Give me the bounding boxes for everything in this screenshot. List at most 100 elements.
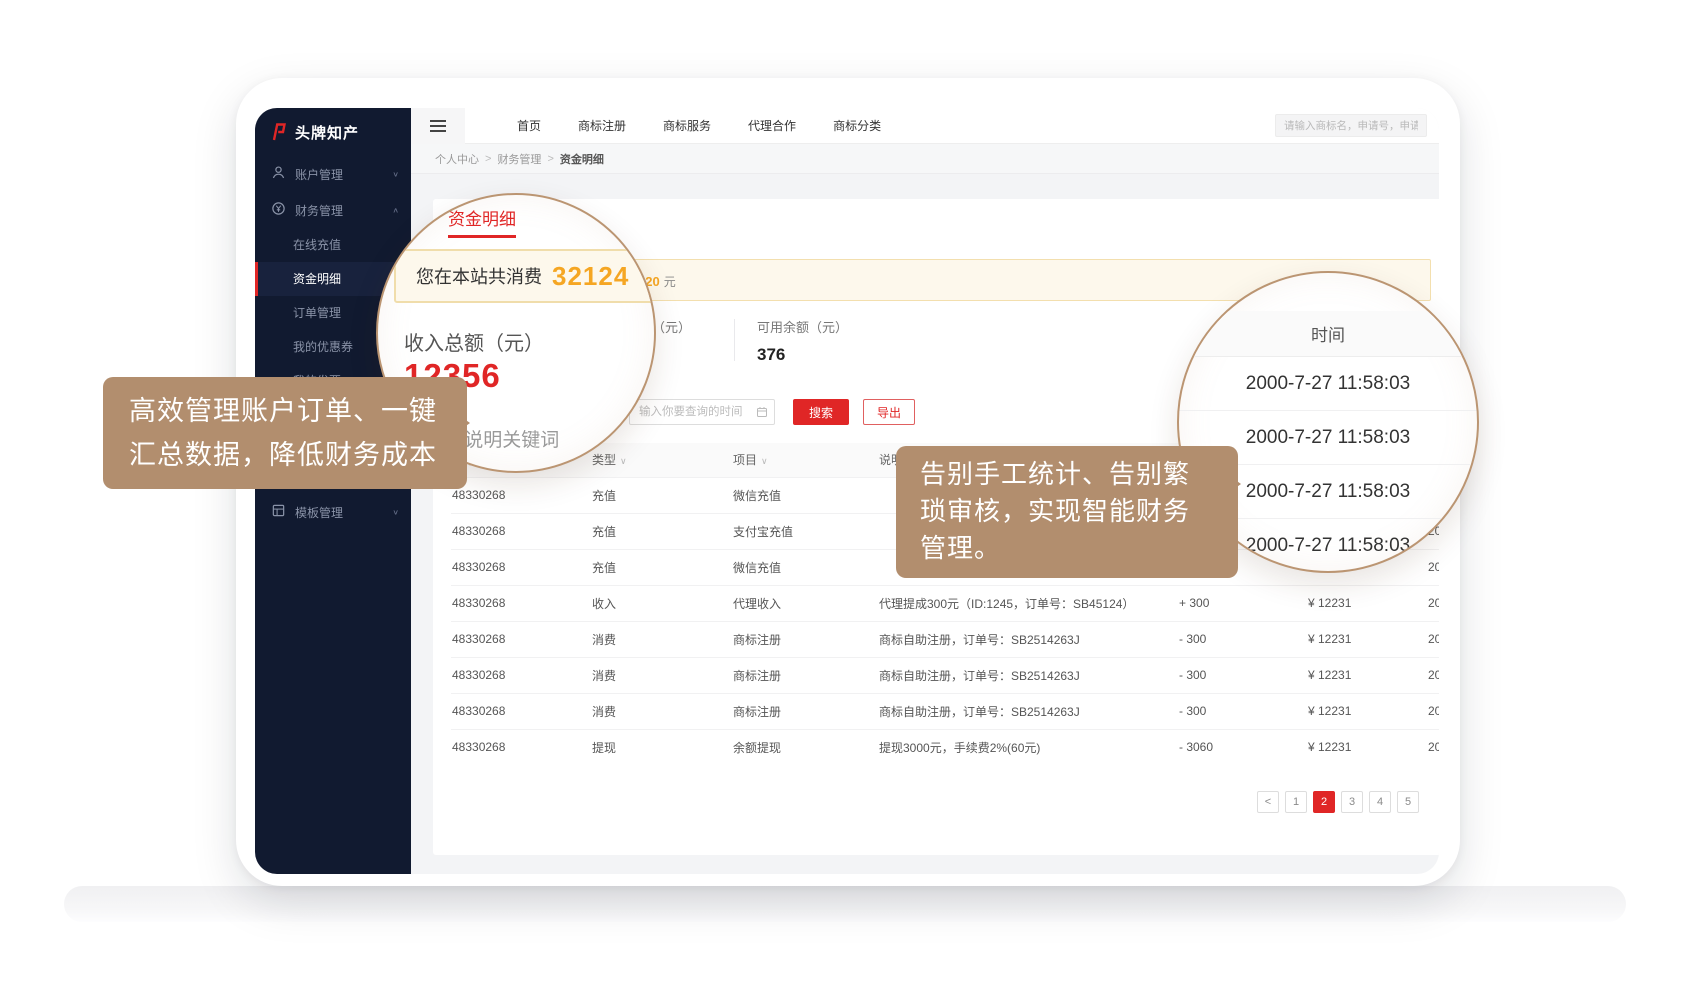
page-button-1[interactable]: 1 xyxy=(1285,791,1307,813)
sidebar-item-7[interactable]: 模板管理∨ xyxy=(255,494,411,530)
cell-type: 收入 xyxy=(591,585,732,621)
cell-type: 充值 xyxy=(591,513,732,549)
cell-project: 余额提现 xyxy=(732,729,878,765)
page-button-2[interactable]: 2 xyxy=(1313,791,1335,813)
cell-amount: - 3060 xyxy=(1178,729,1307,765)
cell-amount: - 300 xyxy=(1178,693,1307,729)
callout-left: 高效管理账户订单、一键汇总数据，降低财务成本 xyxy=(103,377,467,489)
cell-desc: 商标自助注册，订单号：SB2514263J xyxy=(878,621,1178,657)
cell-type: 充值 xyxy=(591,549,732,585)
cell-balance: ¥ 12231 xyxy=(1307,729,1427,765)
finance-icon xyxy=(271,201,286,219)
stat-expense-label: （元） xyxy=(652,317,734,336)
cell-order: 48330268 xyxy=(451,513,591,549)
page-button-3[interactable]: 3 xyxy=(1341,791,1363,813)
stat-balance-value: 376 xyxy=(757,345,848,365)
col-header-label: 项目 xyxy=(733,453,757,467)
cell-time: 2000-7-27 11:58:03 xyxy=(1427,729,1439,765)
cell-time: 2000-7-27 11:58:03 xyxy=(1427,585,1439,621)
cell-project: 支付宝充值 xyxy=(732,513,878,549)
page-prev-button[interactable]: < xyxy=(1257,791,1279,813)
nav-item-4[interactable]: 商标分类 xyxy=(833,117,881,134)
cell-amount: - 300 xyxy=(1178,657,1307,693)
template-icon xyxy=(271,503,286,521)
cell-order: 48330268 xyxy=(451,621,591,657)
magnified-banner-amount: 32124 xyxy=(552,261,629,292)
time-query-input[interactable] xyxy=(629,399,775,425)
cell-amount: - 300 xyxy=(1178,621,1307,657)
stat-expense: （元） xyxy=(652,317,734,336)
breadcrumb: 个人中心>财务管理>资金明细 xyxy=(411,144,1439,174)
magnified-banner: 您在本站共消费 32124 xyxy=(394,249,656,303)
sidebar-item-label: 财务管理 xyxy=(295,202,392,219)
magnified-time-header: 时间 xyxy=(1179,311,1477,357)
magnified-tab: 资金明细 xyxy=(448,205,516,238)
nav-item-3[interactable]: 代理合作 xyxy=(748,117,796,134)
callout-right: 告别手工统计、告别繁琐审核，实现智能财务管理。 xyxy=(896,446,1238,578)
search-input[interactable] xyxy=(1275,114,1427,137)
nav-item-0[interactable]: 首页 xyxy=(517,117,541,134)
topbar: 首页 商标注册 商标服务 代理合作 商标分类 xyxy=(411,108,1439,144)
page-button-5[interactable]: 5 xyxy=(1397,791,1419,813)
col-header-project[interactable]: 项目 ∨ xyxy=(732,443,878,477)
cell-balance: ¥ 12231 xyxy=(1307,585,1427,621)
stage: 头牌知产 账户管理∨财务管理∧在线充值资金明细订单管理我的优惠券我的发票模板管理… xyxy=(0,0,1696,1002)
cell-balance: ¥ 12231 xyxy=(1307,621,1427,657)
cell-project: 商标注册 xyxy=(732,621,878,657)
col-header-type[interactable]: 类型 ∨ xyxy=(591,443,732,477)
chevron-up-icon: ∧ xyxy=(392,206,399,215)
table-row: 48330268消费商标注册商标自助注册，订单号：SB2514263J- 300… xyxy=(451,621,1439,657)
magnified-banner-prefix: 您在本站共消费 xyxy=(416,263,542,289)
sidebar: 头牌知产 账户管理∨财务管理∧在线充值资金明细订单管理我的优惠券我的发票模板管理… xyxy=(255,108,411,874)
cell-project: 商标注册 xyxy=(732,693,878,729)
brand: 头牌知产 xyxy=(255,108,411,156)
cell-desc: 商标自助注册，订单号：SB2514263J xyxy=(878,693,1178,729)
export-button[interactable]: 导出 xyxy=(863,399,915,425)
pagination: <12345 xyxy=(433,791,1419,813)
cell-desc: 代理提成300元（ID:1245，订单号：SB45124） xyxy=(878,585,1178,621)
cell-time: 2000-7-27 11:58:03 xyxy=(1427,621,1439,657)
page-button-4[interactable]: 4 xyxy=(1369,791,1391,813)
cell-desc: 商标自助注册，订单号：SB2514263J xyxy=(878,657,1178,693)
search-button[interactable]: 搜索 xyxy=(793,399,849,425)
stat-balance: 可用余额（元） 376 xyxy=(735,317,848,365)
sort-caret-icon: ∨ xyxy=(761,456,768,466)
cell-project: 商标注册 xyxy=(732,657,878,693)
sort-caret-icon: ∨ xyxy=(620,456,627,466)
brand-logo-icon xyxy=(269,122,289,142)
table-row: 48330268提现余额提现提现3000元，手续费2%(60元)- 3060¥ … xyxy=(451,729,1439,765)
magnified-time-row: 2000-7-27 11:58:03 xyxy=(1179,357,1477,411)
sidebar-item-0[interactable]: 账户管理∨ xyxy=(255,156,411,192)
brand-logo-text: 头牌知产 xyxy=(295,122,359,143)
breadcrumb-part-0[interactable]: 个人中心 xyxy=(435,151,479,167)
col-header-label: 类型 xyxy=(592,453,616,467)
cell-balance: ¥ 12231 xyxy=(1307,693,1427,729)
menu-toggle-button[interactable] xyxy=(411,108,465,144)
sidebar-subitem-2[interactable]: 在线充值 xyxy=(255,228,411,262)
cell-desc: 提现3000元，手续费2%(60元) xyxy=(878,729,1178,765)
cell-order: 48330268 xyxy=(451,693,591,729)
table-row: 48330268消费商标注册商标自助注册，订单号：SB2514263J- 300… xyxy=(451,657,1439,693)
cell-order: 48330268 xyxy=(451,729,591,765)
stat-balance-label: 可用余额（元） xyxy=(757,317,848,336)
hamburger-icon xyxy=(430,117,446,135)
user-icon xyxy=(271,165,286,183)
cell-order: 48330268 xyxy=(451,549,591,585)
table-row: 48330268消费商标注册商标自助注册，订单号：SB2514263J- 300… xyxy=(451,693,1439,729)
cell-project: 微信充值 xyxy=(732,549,878,585)
cell-time: 2000-7-27 11:58:03 xyxy=(1427,657,1439,693)
nav-item-2[interactable]: 商标服务 xyxy=(663,117,711,134)
cell-balance: ¥ 12231 xyxy=(1307,657,1427,693)
cell-type: 充值 xyxy=(591,477,732,513)
nav-item-1[interactable]: 商标注册 xyxy=(578,117,626,134)
breadcrumb-part-2: 资金明细 xyxy=(560,151,604,167)
breadcrumb-part-1[interactable]: 财务管理 xyxy=(497,151,541,167)
sidebar-item-label: 账户管理 xyxy=(295,166,392,183)
cell-time: 2000-7-27 11:58:03 xyxy=(1427,693,1439,729)
cell-amount: + 300 xyxy=(1178,585,1307,621)
table-row: 48330268收入代理收入代理提成300元（ID:1245，订单号：SB451… xyxy=(451,585,1439,621)
cell-type: 提现 xyxy=(591,729,732,765)
time-input-wrap xyxy=(629,399,775,425)
magnified-income-label: 收入总额（元） xyxy=(404,327,544,356)
sidebar-item-1[interactable]: 财务管理∧ xyxy=(255,192,411,228)
